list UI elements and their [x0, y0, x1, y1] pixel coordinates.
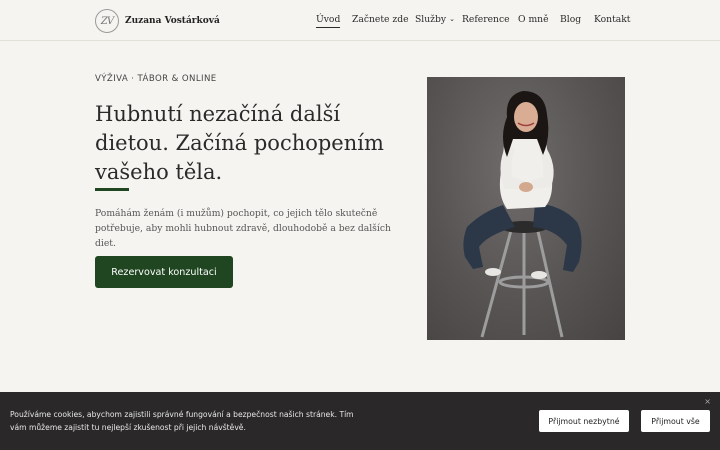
hero-eyebrow: VÝŽIVA · TÁBOR & ONLINE: [95, 74, 217, 84]
nav-item-kontakt[interactable]: Kontakt: [594, 14, 631, 25]
portrait-illustration: [463, 91, 582, 338]
hero-portrait-image: [427, 77, 625, 340]
cookie-message: Používáme cookies, abychom zajistili spr…: [10, 410, 354, 432]
hero-lead: Pomáhám ženám (i mužům) pochopit, co jej…: [95, 208, 391, 249]
close-icon[interactable]: ×: [704, 397, 711, 406]
nav-item-sluzby[interactable]: Služby ⌄: [415, 14, 455, 25]
nav-item-o-mne[interactable]: O mně: [518, 14, 549, 25]
nav-item-sluzby-label: Služby: [415, 14, 447, 25]
chevron-down-icon: ⌄: [449, 15, 455, 23]
nav-item-uvod[interactable]: Úvod: [316, 14, 341, 28]
nav-item-reference[interactable]: Reference: [462, 14, 510, 25]
cookie-consent-bar: Používáme cookies, abychom zajistili spr…: [0, 392, 720, 450]
headline-divider: [95, 188, 129, 191]
nav-item-blog[interactable]: Blog: [560, 14, 581, 25]
accept-necessary-button[interactable]: Přijmout nezbytné: [539, 410, 629, 432]
site-header: ZV Zuzana Vostárková Úvod Začnete zde Sl…: [0, 0, 720, 41]
main-nav: Úvod Začnete zde Služby ⌄ Reference O mně…: [0, 14, 720, 28]
accept-all-button[interactable]: Přijmout vše: [641, 410, 710, 432]
book-consultation-button[interactable]: Rezervovat konzultaci: [95, 256, 233, 288]
hero-headline: Hubnutí nezačíná další dietou. Začíná po…: [95, 102, 384, 184]
nav-item-zacnete-zde[interactable]: Začnete zde: [352, 14, 409, 25]
